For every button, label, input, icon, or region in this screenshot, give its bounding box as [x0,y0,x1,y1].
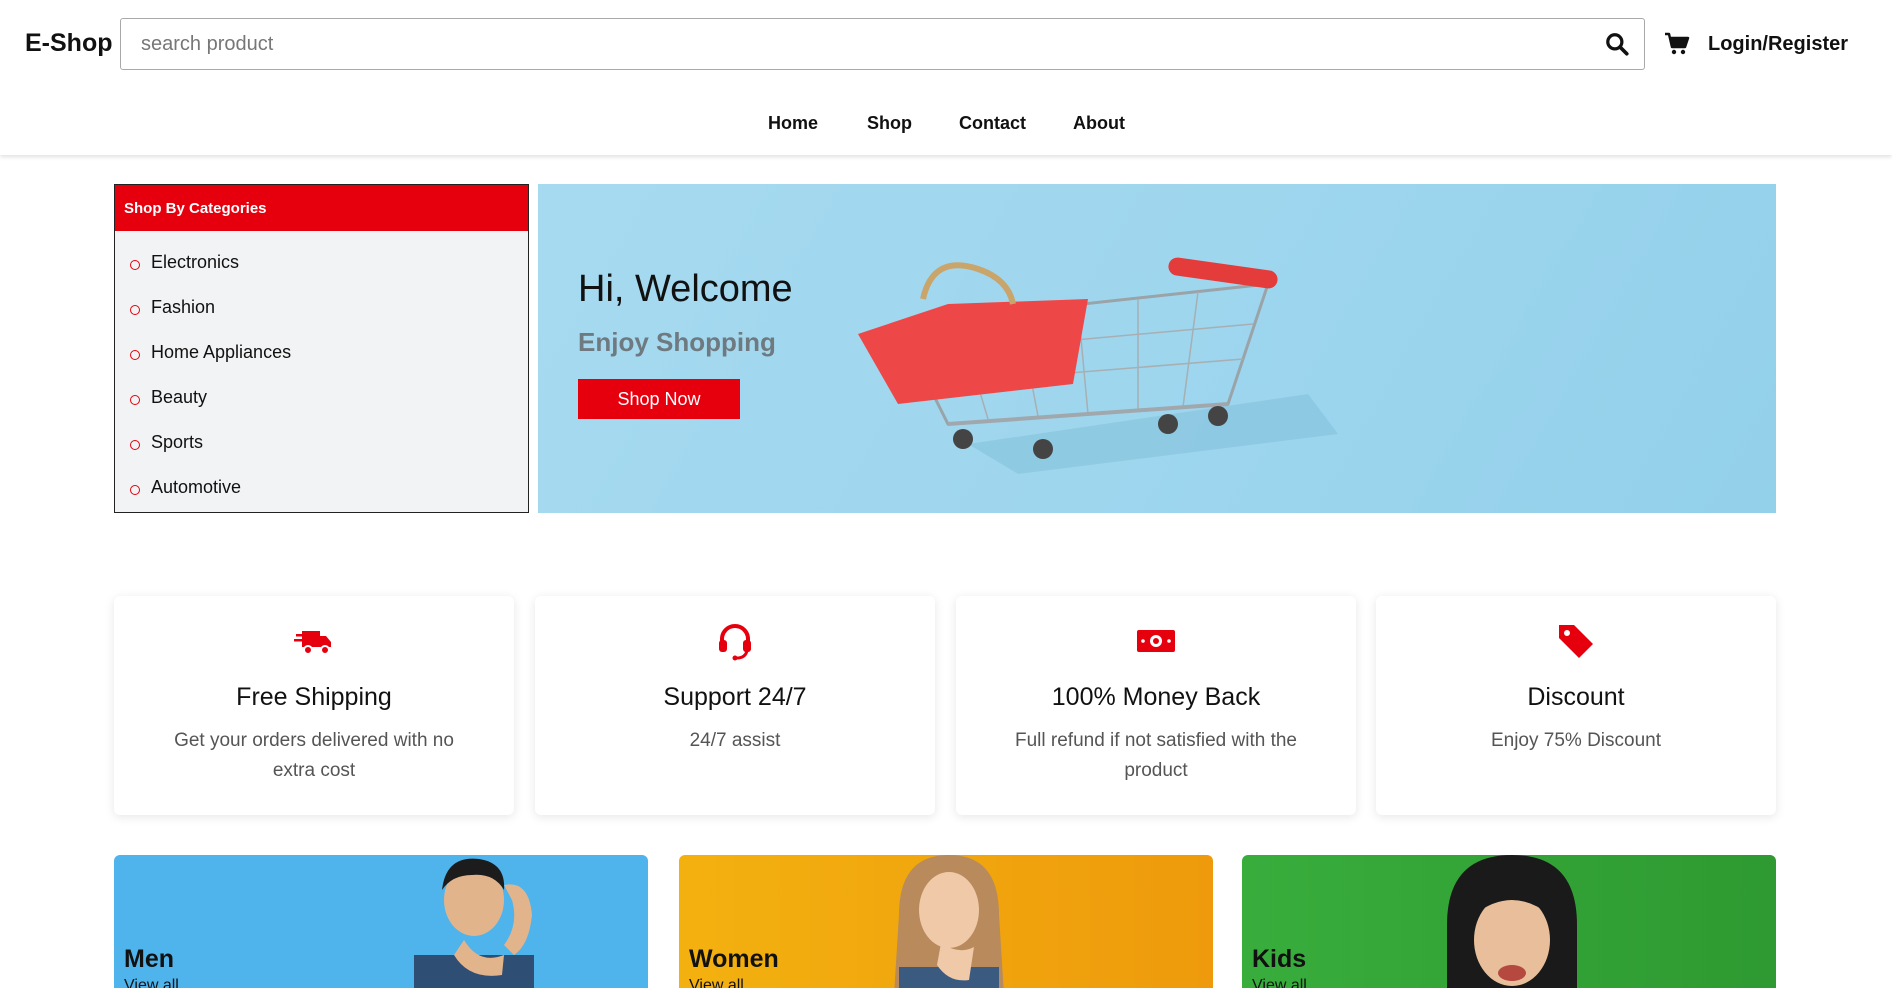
feature-title: 100% Money Back [1051,683,1261,711]
category-item-electronics[interactable]: Electronics [115,240,528,285]
women-model-image [894,855,1004,988]
feature-description: Full refund if not satisfied with the pr… [1015,730,1297,781]
hero-title: Hi, Welcome [578,268,793,310]
bullet-icon [130,440,140,450]
feature-card-free-shipping: Free Shipping Get your orders delivered … [114,596,514,815]
collection-title: Kids [1252,945,1307,973]
feature-card-discount: Discount Enjoy 75% Discount [1376,596,1776,815]
truck-icon [294,631,331,655]
nav-contact[interactable]: Contact [959,113,1026,134]
categories-list: Electronics Fashion Home Appliances Beau… [115,231,528,510]
nav-home[interactable]: Home [768,113,818,134]
feature-description: Enjoy 75% Discount [1490,730,1662,751]
feature-title: Free Shipping [236,683,392,711]
feature-card-money-back: 100% Money Back Full refund if not satis… [956,596,1356,815]
site-header: E-Shop Login/Register Home Shop Contact … [0,0,1892,155]
logo[interactable]: E-Shop [25,29,113,58]
main-nav: Home Shop Contact About [0,113,1892,139]
view-all-link[interactable]: View all [1252,977,1307,988]
collection-title: Men [124,945,174,973]
categories-panel: Shop By Categories Electronics Fashion H… [114,184,529,513]
feature-title: Support 24/7 [663,683,807,711]
feature-description: Get your orders delivered with no extra … [174,730,454,781]
feature-card-support: Support 24/7 24/7 assist [535,596,935,815]
bullet-icon [130,395,140,405]
feature-description: 24/7 assist [689,730,781,751]
collection-card-kids[interactable]: Kids View all [1242,855,1776,988]
category-label: Fashion [151,297,216,317]
category-item-sports[interactable]: Sports [115,420,528,465]
nav-shop[interactable]: Shop [867,113,912,134]
bullet-icon [130,485,140,495]
category-item-beauty[interactable]: Beauty [115,375,528,420]
category-item-home-appliances[interactable]: Home Appliances [115,330,528,375]
tag-icon [1559,625,1593,658]
category-item-fashion[interactable]: Fashion [115,285,528,330]
collection-title: Women [689,945,779,973]
bullet-icon [130,350,140,360]
category-label: Electronics [151,252,240,272]
search-bar [120,18,1645,70]
view-all-link[interactable]: View all [689,977,744,988]
headset-icon [719,624,751,661]
hero-banner: Hi, Welcome Enjoy Shopping Shop Now [538,184,1776,513]
search-input[interactable] [121,19,1581,69]
category-label: Automotive [151,477,242,497]
collection-card-women[interactable]: Women View all [679,855,1213,988]
login-register-link[interactable]: Login/Register [1708,33,1848,56]
men-model-image [414,858,534,988]
categories-title: Shop By Categories [115,185,528,231]
category-item-automotive[interactable]: Automotive [115,465,528,510]
search-icon[interactable] [1604,31,1630,57]
collection-card-men[interactable]: Men View all [114,855,648,988]
shopping-cart-illustration [858,257,1338,474]
bullet-icon [130,305,140,315]
view-all-link[interactable]: View all [124,977,179,988]
hero-subtitle: Enjoy Shopping [578,327,776,357]
shop-now-button[interactable]: Shop Now [578,379,740,419]
category-label: Sports [151,432,204,452]
kids-model-image [1447,855,1577,988]
bullet-icon [130,260,140,270]
money-icon [1137,630,1175,652]
feature-title: Discount [1527,683,1625,711]
nav-about[interactable]: About [1073,113,1125,134]
category-label: Beauty [151,387,208,407]
category-label: Home Appliances [151,342,292,362]
cart-icon[interactable] [1664,32,1690,56]
